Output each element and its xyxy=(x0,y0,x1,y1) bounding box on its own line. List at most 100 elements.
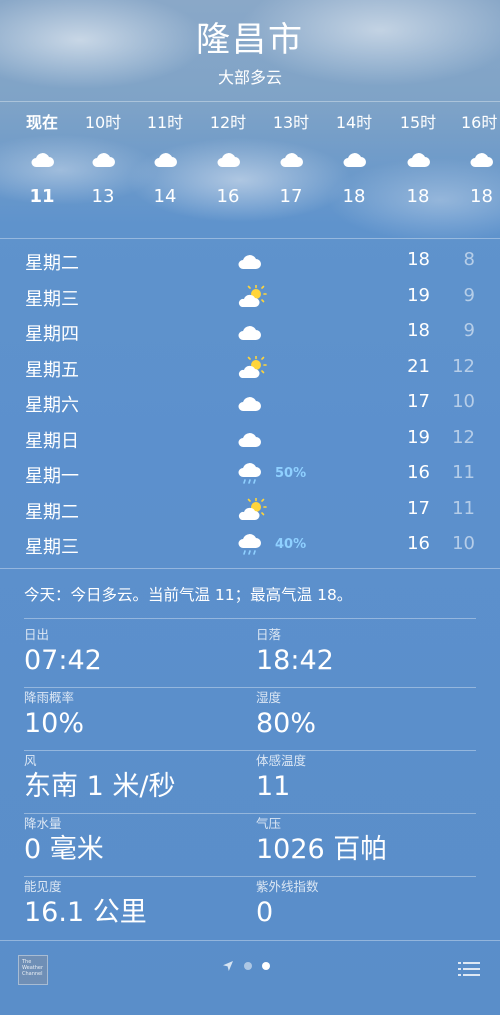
today-summary: 今天：今日多云。当前气温 11；最高气温 18。 xyxy=(24,586,353,604)
cloud-icon xyxy=(260,136,322,182)
hour-label: 13时 xyxy=(272,113,310,132)
hour-temp: 16 xyxy=(216,186,240,207)
pressure: 气压 1026 百帕 xyxy=(256,816,387,868)
header: 隆昌市 大部多云 xyxy=(0,18,500,88)
hourly-item: 11时 14 xyxy=(134,110,196,212)
weather-channel-logo[interactable]: The Weather Channel xyxy=(18,955,48,985)
low-temp: 10 xyxy=(452,391,475,412)
detail-value: 07:42 xyxy=(24,645,102,676)
details-row: 日出 07:42 日落 18:42 xyxy=(24,625,476,688)
hour-temp: 18 xyxy=(406,186,430,207)
hour-label: 15时 xyxy=(399,113,437,132)
detail-value: 0 xyxy=(256,897,274,928)
cloud-icon xyxy=(450,136,500,182)
high-temp: 21 xyxy=(407,355,430,377)
daily-row: 星期五 21 12 xyxy=(0,351,500,387)
day-name: 星期五 xyxy=(25,359,79,381)
daily-row: 星期二 17 11 xyxy=(0,493,500,529)
daily-row: 星期二 18 8 xyxy=(0,244,500,280)
low-temp: 10 xyxy=(452,533,475,554)
list-icon[interactable] xyxy=(458,959,480,979)
high-temp: 17 xyxy=(407,391,430,412)
daily-row: 星期三 40% 16 10 xyxy=(0,528,500,564)
hour-temp: 18 xyxy=(342,186,366,207)
low-temp: 9 xyxy=(463,284,475,306)
cloud-icon xyxy=(72,136,134,182)
details-row: 能见度 16.1 公里 紫外线指数 0 xyxy=(24,877,476,940)
hour-label: 现在 xyxy=(25,113,58,132)
day-name: 星期二 xyxy=(25,501,79,523)
divider xyxy=(24,618,476,619)
hourly-item: 14时 18 xyxy=(323,110,385,212)
low-temp: 11 xyxy=(452,497,475,519)
detail-value: 东南 1 米/秒 xyxy=(24,771,176,802)
hour-label: 12时 xyxy=(209,113,247,132)
daily-row: 星期六 17 10 xyxy=(0,386,500,422)
current-condition: 大部多云 xyxy=(217,68,282,87)
detail-value: 0 毫米 xyxy=(24,834,104,865)
daily-row: 星期一 50% 16 11 xyxy=(0,457,500,493)
detail-value: 1026 百帕 xyxy=(256,834,388,865)
logo-text: The Weather Channel xyxy=(22,959,44,977)
daily-row: 星期日 19 12 xyxy=(0,422,500,458)
day-name: 星期三 xyxy=(25,288,79,310)
hour-label: 11时 xyxy=(146,113,184,132)
high-temp: 18 xyxy=(407,320,430,341)
detail-label: 日出 xyxy=(24,627,50,642)
hour-label: 14时 xyxy=(335,113,373,132)
cloud-icon xyxy=(197,136,259,182)
detail-label: 能见度 xyxy=(24,879,62,894)
day-name: 星期二 xyxy=(25,253,79,274)
detail-value: 18:42 xyxy=(256,645,334,676)
daily-forecast[interactable]: 星期二 18 8 星期三 19 9 星期四 18 9 星期五 21 12 星期六… xyxy=(0,244,500,564)
high-temp: 16 xyxy=(407,462,430,483)
detail-label: 湿度 xyxy=(256,690,282,705)
details-row: 降雨概率 10% 湿度 80% xyxy=(24,688,476,751)
detail-label: 气压 xyxy=(256,816,282,831)
day-name: 星期日 xyxy=(25,430,79,452)
low-temp: 12 xyxy=(452,355,475,377)
daily-row: 星期三 19 9 xyxy=(0,280,500,316)
hourly-item: 15时 18 xyxy=(387,110,449,212)
hour-temp: 13 xyxy=(91,186,115,207)
sunset: 日落 18:42 xyxy=(256,627,334,679)
cloud-icon xyxy=(387,136,449,182)
rain-icon xyxy=(236,461,268,487)
hourly-item: 13时 17 xyxy=(260,110,322,212)
detail-label: 风 xyxy=(24,753,37,768)
high-temp: 18 xyxy=(407,249,430,270)
hourly-item: 16时 18 xyxy=(450,110,500,212)
partly-sunny-icon xyxy=(236,355,268,381)
location-arrow-icon[interactable] xyxy=(222,960,234,972)
cloud-icon xyxy=(236,390,268,416)
hour-temp: 17 xyxy=(279,186,303,207)
low-temp: 12 xyxy=(452,426,475,448)
detail-value: 11 xyxy=(256,771,291,802)
high-temp: 19 xyxy=(407,426,430,448)
hourly-item: 12时 16 xyxy=(197,110,259,212)
hour-temp: 14 xyxy=(153,186,177,207)
low-temp: 9 xyxy=(463,320,475,341)
hour-temp: 18 xyxy=(470,186,493,207)
precip-chance: 50% xyxy=(275,466,307,481)
high-temp: 19 xyxy=(407,284,430,306)
precipitation: 降水量 0 毫米 xyxy=(24,816,104,868)
page-indicator[interactable] xyxy=(222,960,270,972)
detail-label: 日落 xyxy=(256,627,282,642)
footer-toolbar: The Weather Channel xyxy=(0,940,500,1000)
visibility: 能见度 16.1 公里 xyxy=(24,879,147,931)
low-temp: 11 xyxy=(452,462,475,483)
hourly-item: 10时 13 xyxy=(72,110,134,212)
page-dot[interactable] xyxy=(244,962,252,970)
sunrise: 日出 07:42 xyxy=(24,627,102,679)
cloud-icon xyxy=(236,426,268,452)
hour-label: 10时 xyxy=(84,113,122,132)
hourly-forecast[interactable]: 现在 11 10时 13 11时 14 12时 16 13时 17 14时 18… xyxy=(0,110,500,230)
detail-label: 降水量 xyxy=(24,816,62,831)
cloud-icon xyxy=(236,319,268,345)
precip-chance: 40% xyxy=(275,537,307,552)
detail-value: 16.1 公里 xyxy=(24,897,147,928)
partly-sunny-icon xyxy=(236,284,268,310)
page-dot-active[interactable] xyxy=(262,962,270,970)
details-row: 风 东南 1 米/秒 体感温度 11 xyxy=(24,751,476,814)
